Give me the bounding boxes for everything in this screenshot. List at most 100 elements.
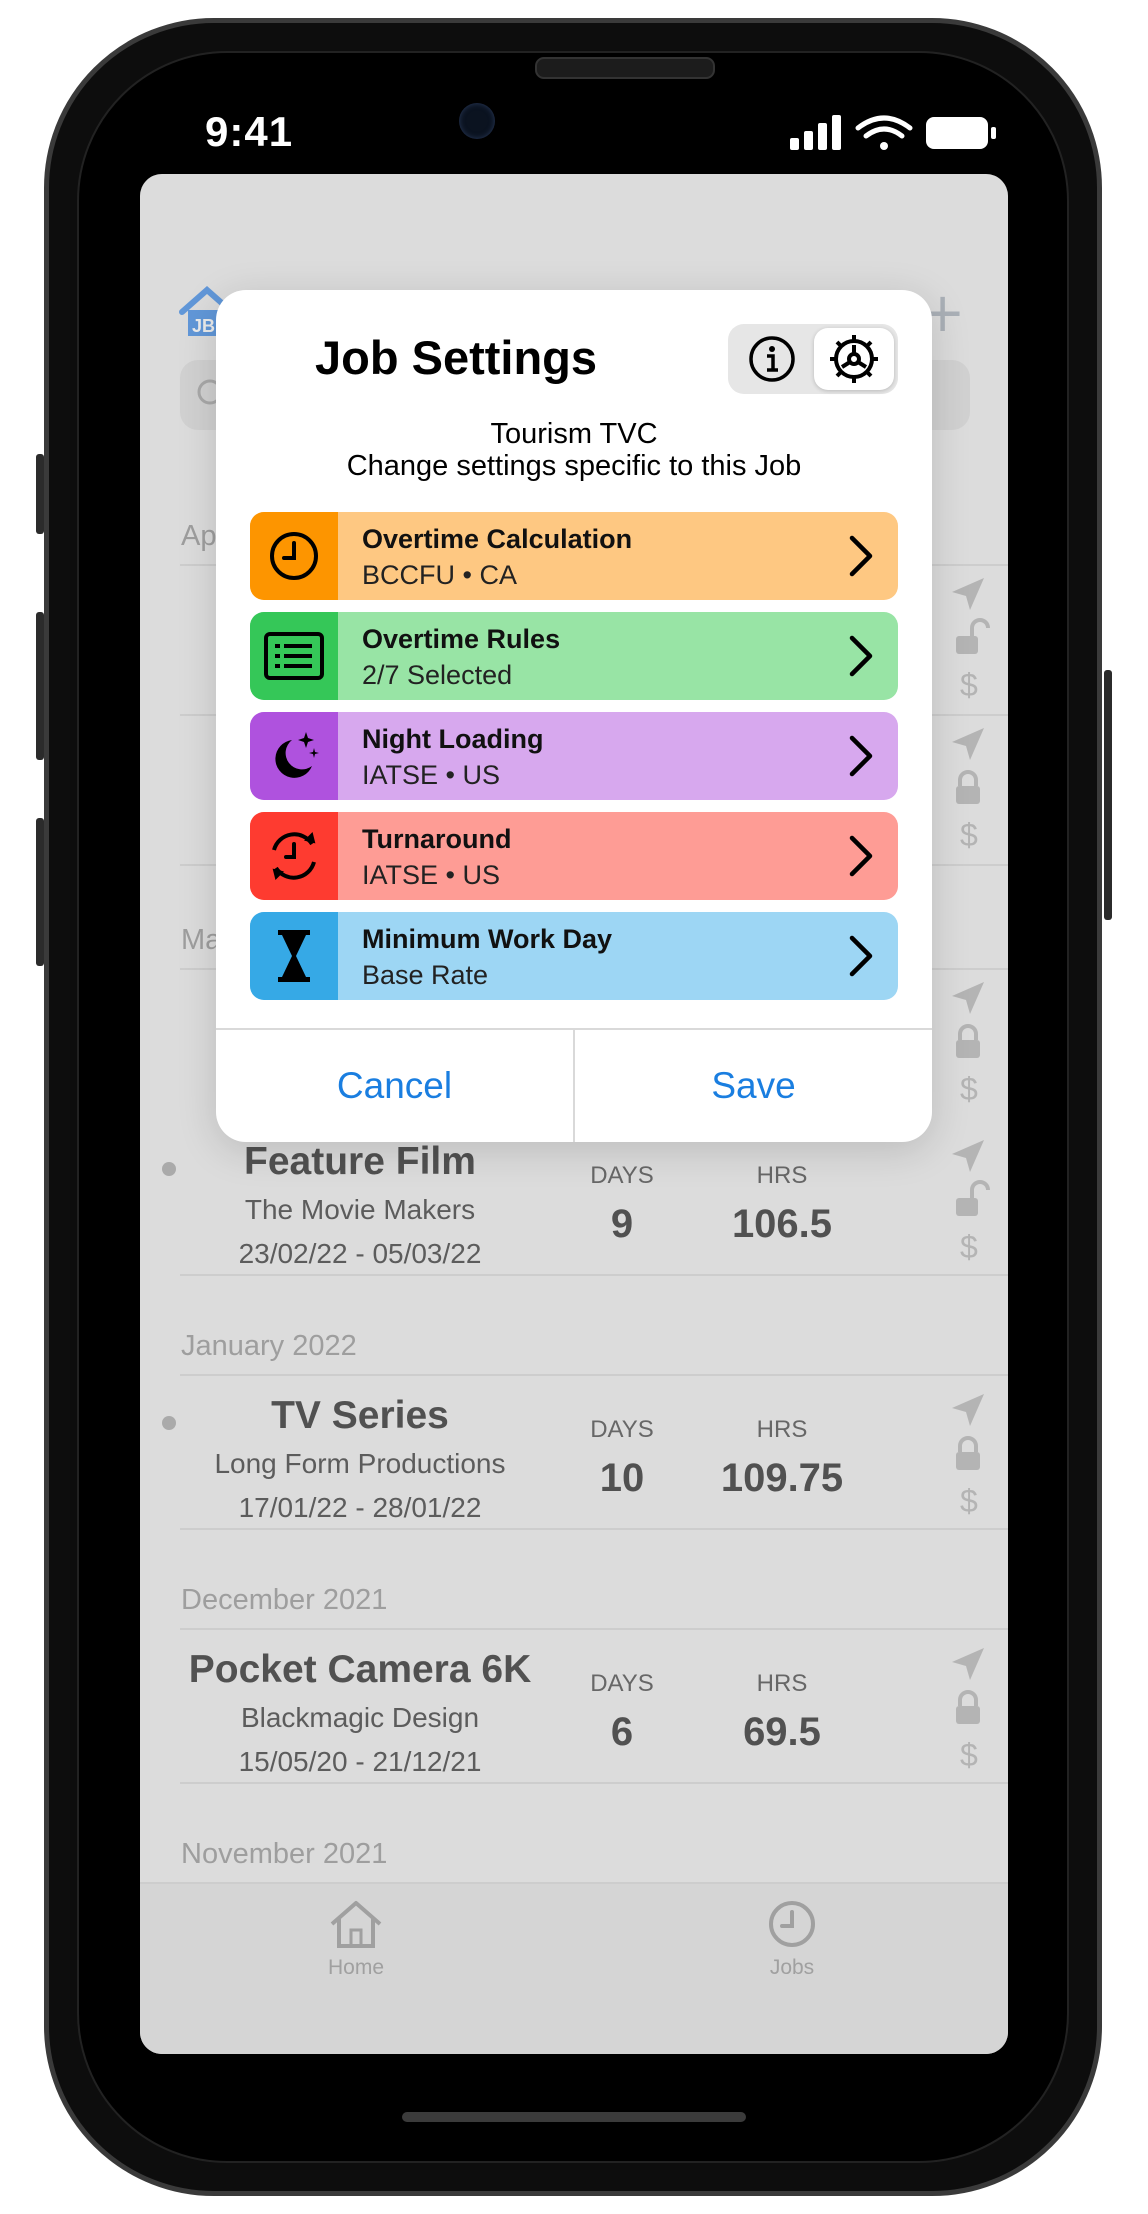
modal-subtitle: Change settings specific to this Job [346, 450, 802, 482]
option-value: 2/7 Selected [362, 660, 513, 690]
option-night-loading[interactable]: Night Loading IATSE • US [250, 712, 898, 800]
info-segment[interactable] [732, 328, 812, 390]
front-camera [459, 103, 495, 139]
job-title: Pocket Camera 6K [188, 1648, 532, 1691]
hrs-label: HRS [756, 1670, 808, 1697]
battery-icon [926, 117, 996, 149]
tab-home[interactable]: Home [296, 1898, 416, 1980]
row-actions[interactable]: $ [948, 1390, 992, 1540]
row-actions[interactable]: $ [948, 978, 992, 1128]
job-client: Blackmagic Design [240, 1702, 480, 1733]
unlock-icon [956, 618, 990, 654]
days-value: 9 [610, 1202, 634, 1246]
option-name: Overtime Rules [362, 624, 561, 654]
section-header: November 2021 [181, 1838, 388, 1870]
unlock-icon [956, 1180, 990, 1216]
option-overtime-rules[interactable]: Overtime Rules 2/7 Selected [250, 612, 898, 700]
send-icon [952, 1394, 984, 1426]
option-value: IATSE • US [362, 860, 500, 890]
job-client: The Movie Makers [244, 1194, 476, 1225]
chevron-right-icon [849, 735, 873, 777]
option-value: Base Rate [362, 960, 489, 990]
send-icon [952, 728, 984, 760]
wifi-icon [855, 115, 913, 150]
dollar-icon: $ [960, 667, 978, 703]
send-icon [952, 1648, 984, 1680]
option-name: Turnaround [362, 824, 512, 854]
days-label: DAYS [590, 1670, 654, 1697]
volume-up-button [36, 612, 44, 760]
hourglass-icon [250, 912, 338, 1000]
gear-icon [830, 335, 878, 383]
option-name: Minimum Work Day [362, 924, 613, 954]
days-value: 6 [610, 1710, 634, 1754]
job-dates: 15/05/20 - 21/12/21 [238, 1746, 482, 1777]
divider [180, 1274, 1008, 1276]
clock-cycle-icon [250, 812, 338, 900]
hrs-value: 69.5 [743, 1710, 821, 1754]
days-value: 10 [599, 1456, 645, 1500]
speaker-grille [535, 57, 715, 79]
tab-jobs[interactable]: Jobs [732, 1898, 852, 1980]
dollar-icon: $ [960, 1737, 978, 1773]
job-dates: 17/01/22 - 28/01/22 [238, 1492, 482, 1523]
tab-bar: Home Jobs [140, 1882, 1008, 2054]
segmented-control[interactable] [728, 324, 898, 394]
job-settings-modal: Job Settings Tourism TVC Change settings… [216, 290, 932, 1142]
section-header: Ap [181, 520, 217, 552]
section-header: December 2021 [181, 1584, 388, 1616]
dollar-icon: $ [960, 1483, 978, 1519]
row-actions[interactable]: $ [948, 724, 992, 874]
house-icon [330, 1901, 382, 1948]
power-button [1104, 670, 1112, 920]
divider [180, 1374, 1008, 1376]
lock-icon [956, 1024, 980, 1058]
save-button[interactable]: Save [575, 1030, 932, 1142]
home-indicator[interactable] [402, 2112, 746, 2122]
days-label: DAYS [590, 1416, 654, 1443]
section-header: January 2022 [181, 1330, 357, 1362]
chevron-right-icon [849, 635, 873, 677]
option-turnaround[interactable]: Turnaround IATSE • US [250, 812, 898, 900]
divider [180, 1528, 1008, 1530]
option-overtime-calculation[interactable]: Overtime Calculation BCCFU • CA [250, 512, 898, 600]
mute-switch [36, 454, 44, 534]
option-minimum-work-day[interactable]: Minimum Work Day Base Rate [250, 912, 898, 1000]
hrs-label: HRS [756, 1416, 808, 1443]
chevron-right-icon [849, 535, 873, 577]
modal-footer: Cancel Save [216, 1028, 932, 1142]
job-title: Feature Film [244, 1140, 476, 1183]
logo-text: JB [192, 316, 215, 336]
clock-icon [250, 512, 338, 600]
row-actions[interactable]: $ [948, 1136, 992, 1286]
dollar-icon: $ [960, 1071, 978, 1107]
list-icon [250, 612, 338, 700]
status-time: 9:41 [205, 108, 294, 155]
divider [180, 1628, 1008, 1630]
clock-icon [769, 1901, 815, 1947]
signal-icon [790, 115, 841, 150]
volume-down-button [36, 818, 44, 966]
option-name: Overtime Calculation [362, 524, 633, 554]
settings-segment[interactable] [814, 328, 894, 390]
unread-dot [162, 1162, 176, 1176]
row-actions[interactable]: $ [948, 1644, 992, 1794]
job-row[interactable]: Pocket Camera 6K Blackmagic Design 15/05… [140, 1648, 1008, 1798]
option-name: Night Loading [362, 724, 544, 754]
cancel-button[interactable]: Cancel [216, 1030, 573, 1142]
modal-title: Job Settings [314, 331, 598, 384]
moon-stars-icon [250, 712, 338, 800]
tab-label: Jobs [769, 1956, 815, 1979]
option-value: IATSE • US [362, 760, 500, 790]
chevron-right-icon [849, 935, 873, 977]
row-actions[interactable]: $ [948, 574, 992, 724]
job-row[interactable]: TV Series Long Form Productions 17/01/22… [140, 1394, 1008, 1544]
dollar-icon: $ [960, 817, 978, 853]
status-icons [790, 114, 1000, 154]
divider [180, 1782, 1008, 1784]
days-label: DAYS [590, 1162, 654, 1189]
hrs-value: 109.75 [720, 1456, 844, 1500]
info-icon [749, 336, 795, 382]
hrs-value: 106.5 [731, 1202, 833, 1246]
job-row[interactable]: Feature Film The Movie Makers 23/02/22 -… [140, 1140, 1008, 1290]
